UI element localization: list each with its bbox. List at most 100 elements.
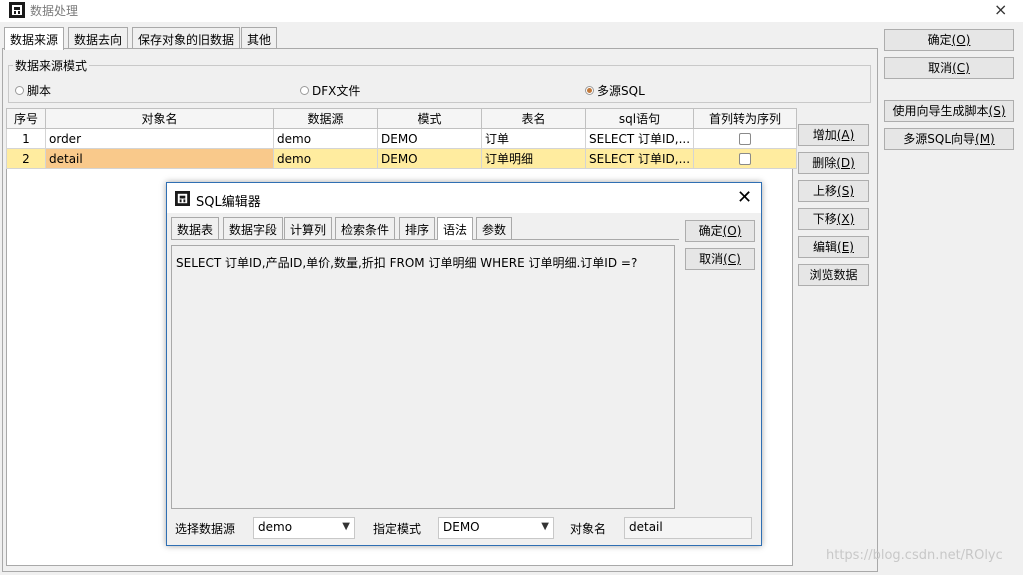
cancel-button-label: 取消 [928,61,953,75]
browse-data-button[interactable]: 浏览数据 [798,264,869,286]
cell-sql[interactable]: SELECT 订单ID,... [584,148,695,169]
add-button[interactable]: 增加(A) [798,124,869,146]
radio-script[interactable]: 脚本 [15,82,51,99]
object-name-field[interactable]: detail [624,517,752,539]
column-header[interactable]: 表名 [481,108,586,129]
datasource-label: 选择数据源 [175,522,236,536]
cell-schema[interactable]: DEMO [377,148,482,169]
object-table: 序号 对象名 数据源 模式 表名 sql语句 首列转为序列 1 order de… [6,108,798,169]
multi-sql-wizard-button[interactable]: 多源SQL向导(M) [884,128,1014,150]
table-row[interactable]: 1 order demo DEMO 订单 SELECT 订单ID,... [6,128,798,149]
tab-other[interactable]: 其他 [241,27,278,49]
browse-data-button-label: 浏览数据 [809,268,858,282]
tab-sort[interactable]: 排序 [399,217,436,239]
add-button-key: (A) [836,128,855,142]
cell-object-name[interactable]: order [45,128,274,149]
tab-computed-columns[interactable]: 计算列 [284,217,333,239]
delete-button-label: 删除 [812,156,837,170]
move-up-button-key: (S) [837,184,854,198]
cancel-button[interactable]: 取消(C) [884,57,1014,79]
move-down-button-label: 下移 [812,212,837,226]
window-title: 数据处理 [30,4,79,18]
column-header[interactable]: 首列转为序列 [693,108,798,129]
cell-seq[interactable]: 1 [6,128,46,149]
tab-data-table[interactable]: 数据表 [171,217,220,239]
source-mode-legend: 数据来源模式 [13,57,90,74]
cell-datasource[interactable]: demo [273,128,378,149]
schema-select-value: DEMO [443,520,480,534]
move-down-button[interactable]: 下移(X) [798,208,869,230]
radio-multi-sql[interactable]: 多源SQL [585,82,645,99]
tab-query-conditions[interactable]: 检索条件 [335,217,396,239]
chevron-down-icon: ▼ [541,521,549,532]
tab-old-data[interactable]: 保存对象的旧数据 [132,27,241,49]
dialog-ok-key: (O) [722,224,742,238]
cell-seq[interactable]: 2 [6,148,46,169]
app-logo-icon [175,191,190,206]
edit-button-key: (E) [837,240,854,254]
tab-data-target[interactable]: 数据去向 [68,27,129,49]
dialog-ok-button[interactable]: 确定(O) [685,220,755,242]
dialog-cancel-key: (C) [723,252,741,266]
delete-button-key: (D) [836,156,855,170]
tab-syntax[interactable]: 语法 [437,217,474,240]
move-up-button-label: 上移 [813,184,838,198]
cell-schema[interactable]: DEMO [377,128,482,149]
radio-button-checked-icon[interactable] [585,86,594,95]
wizard-script-button-key: (S) [988,104,1006,118]
wizard-script-button-label: 使用向导生成脚本 [892,104,989,118]
column-header[interactable]: 模式 [377,108,482,129]
column-header[interactable]: sql语句 [584,108,695,129]
dialog-title: SQL编辑器 [196,195,261,210]
source-mode-group [8,65,871,103]
table-row-selected[interactable]: 2 detail demo DEMO 订单明细 SELECT 订单ID,... [6,148,798,169]
radio-dfx-label: DFX文件 [312,84,361,98]
datasource-select[interactable]: demo ▼ [253,517,355,539]
cell-first-col-seq[interactable] [693,148,798,169]
main-tabstrip: 数据来源 数据去向 保存对象的旧数据 其他 [2,27,878,50]
cell-sql[interactable]: SELECT 订单ID,... [584,128,695,149]
checkbox[interactable] [739,133,752,145]
move-up-button[interactable]: 上移(S) [798,180,869,202]
cell-datasource[interactable]: demo [273,148,378,169]
column-header[interactable]: 序号 [6,108,46,129]
checkbox[interactable] [739,153,752,165]
radio-button-icon[interactable] [15,86,24,95]
ok-button-label: 确定 [927,33,952,47]
sql-text-area[interactable]: SELECT 订单ID,产品ID,单价,数量,折扣 FROM 订单明细 WHER… [171,245,675,509]
dialog-cancel-label: 取消 [699,252,724,266]
add-button-label: 增加 [812,128,837,142]
cell-table-name[interactable]: 订单明细 [481,148,586,169]
watermark: https://blog.csdn.net/ROlyc [826,548,1003,563]
tab-data-source[interactable]: 数据来源 [4,27,65,50]
edit-button[interactable]: 编辑(E) [798,236,869,258]
window-titlebar [0,0,1023,22]
tab-parameters[interactable]: 参数 [476,217,513,239]
app-logo-icon [9,2,25,18]
radio-multi-sql-label: 多源SQL [597,84,645,98]
tab-divider [171,239,679,240]
cell-first-col-seq[interactable] [693,128,798,149]
multi-sql-wizard-button-label: 多源SQL向导 [903,132,976,146]
cell-object-name[interactable]: detail [45,148,274,169]
delete-button[interactable]: 删除(D) [798,152,869,174]
radio-dfx-file[interactable]: DFX文件 [300,82,360,99]
move-down-button-key: (X) [836,212,855,226]
cancel-button-key: (C) [952,61,970,75]
chevron-down-icon: ▼ [342,521,350,532]
dialog-ok-label: 确定 [698,224,723,238]
dialog-close-icon[interactable]: ✕ [737,187,752,208]
ok-button[interactable]: 确定(O) [884,29,1014,51]
dialog-cancel-button[interactable]: 取消(C) [685,248,755,270]
table-header-row: 序号 对象名 数据源 模式 表名 sql语句 首列转为序列 [6,108,798,129]
wizard-script-button[interactable]: 使用向导生成脚本(S) [884,100,1014,122]
edit-button-label: 编辑 [813,240,838,254]
schema-select[interactable]: DEMO ▼ [438,517,554,539]
column-header[interactable]: 对象名 [45,108,274,129]
radio-button-icon[interactable] [300,86,309,95]
cell-table-name[interactable]: 订单 [481,128,586,149]
window-close-icon[interactable]: × [994,0,1007,19]
tab-data-fields[interactable]: 数据字段 [223,217,284,239]
object-name-label: 对象名 [570,522,607,536]
column-header[interactable]: 数据源 [273,108,378,129]
